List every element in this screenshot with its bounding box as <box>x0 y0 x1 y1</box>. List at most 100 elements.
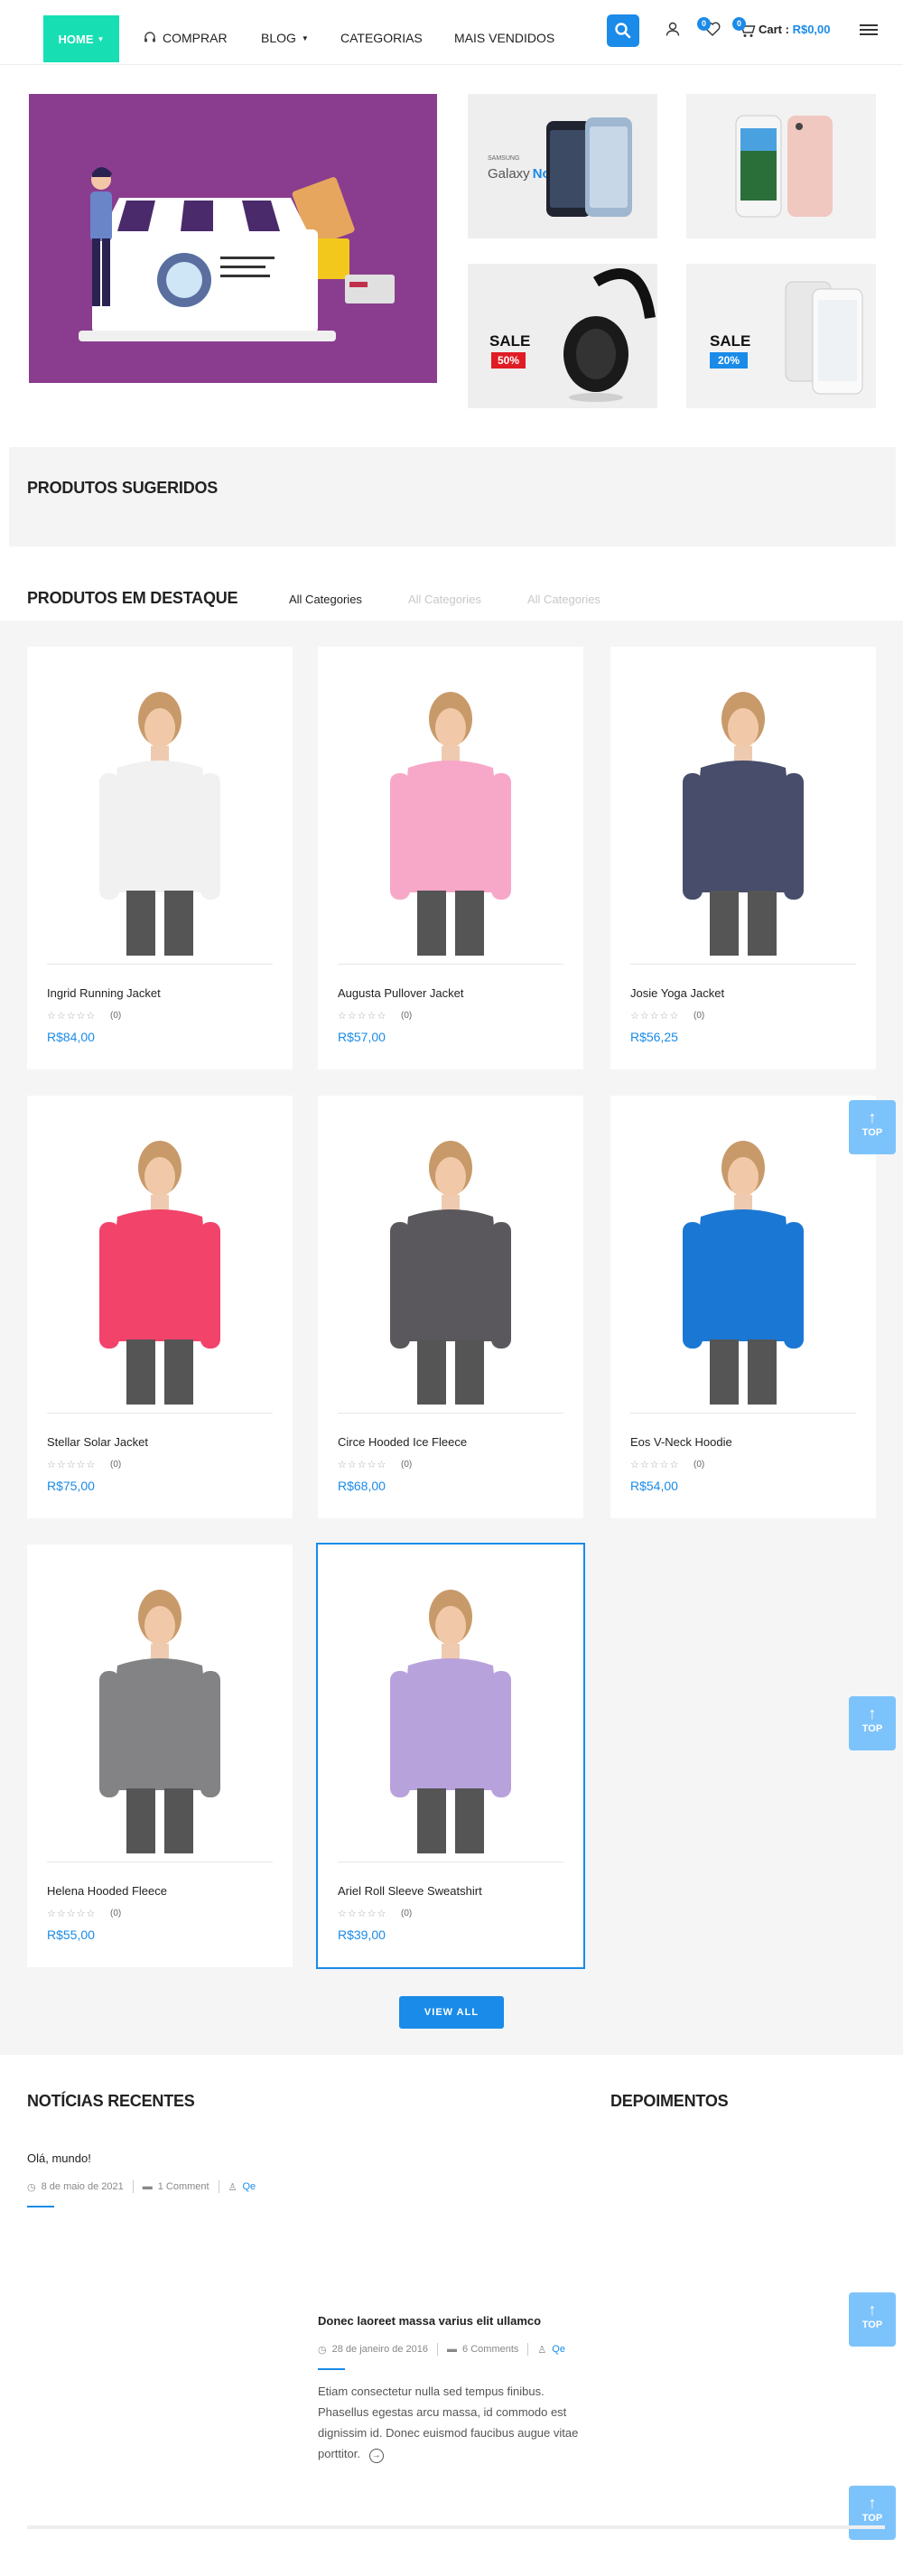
product-card[interactable]: Ariel Roll Sleeve Sweatshirt ☆☆☆☆☆ (0) R$39… <box>316 1543 585 1969</box>
product-name[interactable]: Josie Yoga Jacket <box>630 986 724 1000</box>
nav-comprar[interactable]: COMPRAR <box>143 31 228 45</box>
promo-banner-ecommerce[interactable] <box>29 94 437 383</box>
clock-icon: ◷ <box>318 2344 327 2356</box>
product-price: R$55,00 <box>47 1927 95 1942</box>
nav-categorias-label: CATEGORIAS <box>340 31 423 45</box>
author-icon: ♙ <box>537 2344 547 2356</box>
post-date: 28 de janeiro de 2016 <box>331 2344 429 2355</box>
sale-label: SALE <box>489 332 531 350</box>
scroll-top-button[interactable]: ↑ TOP <box>849 1696 896 1750</box>
product-name[interactable]: Ingrid Running Jacket <box>47 986 161 1000</box>
post-excerpt-text: Etiam consectetur nulla sed tempus finib… <box>318 2385 579 2460</box>
scroll-top-button[interactable]: ↑ TOP <box>849 1100 896 1154</box>
sale-percent-badge: 20% <box>710 352 748 369</box>
post-underline <box>27 2206 54 2207</box>
post-title[interactable]: Olá, mundo! <box>27 2151 91 2165</box>
rating-count: (0) <box>694 1011 705 1021</box>
rating-stars: ☆☆☆☆☆ <box>47 1011 97 1022</box>
model-image <box>338 1564 563 1853</box>
product-name[interactable]: Eos V-Neck Hoodie <box>630 1435 732 1449</box>
nav-home-label: HOME <box>58 32 94 46</box>
tab-all-categories-2[interactable]: All Categories <box>408 593 481 606</box>
model-image <box>630 667 856 956</box>
headphones-image <box>563 268 656 402</box>
rating-stars: ☆☆☆☆☆ <box>630 1011 680 1022</box>
product-image[interactable] <box>47 1564 273 1853</box>
model-image <box>47 1115 273 1405</box>
rating-stars: ☆☆☆☆☆ <box>630 1460 680 1470</box>
post-meta: ◷ 28 de janeiro de 2016 ▬ 6 Comments ♙ Q… <box>318 2343 565 2356</box>
product-image[interactable] <box>338 1564 563 1853</box>
post-author[interactable]: Qe <box>242 2181 256 2192</box>
nav-comprar-label: COMPRAR <box>163 31 228 45</box>
view-all-button[interactable]: VIEW ALL <box>399 1996 504 2029</box>
product-name[interactable]: Augusta Pullover Jacket <box>338 986 463 1000</box>
rating-count: (0) <box>110 1011 122 1021</box>
product-card[interactable]: Ingrid Running Jacket ☆☆☆☆☆ (0) R$84,00 <box>27 647 293 1069</box>
product-name[interactable]: Helena Hooded Fleece <box>47 1884 167 1898</box>
rating-count: (0) <box>401 1909 413 1918</box>
product-card[interactable]: Eos V-Neck Hoodie ☆☆☆☆☆ (0) R$54,00 <box>610 1096 876 1518</box>
ecommerce-illustration <box>79 167 395 341</box>
hamburger-menu-icon[interactable] <box>860 23 878 37</box>
top-label: TOP <box>861 1723 883 1734</box>
post-date: 8 de maio de 2021 <box>41 2181 124 2192</box>
tab-all-categories-1[interactable]: All Categories <box>289 593 362 606</box>
nav-mais-vendidos[interactable]: MAIS VENDIDOS <box>454 31 554 45</box>
product-name[interactable]: Stellar Solar Jacket <box>47 1435 148 1449</box>
product-price: R$68,00 <box>338 1479 386 1493</box>
product-image[interactable] <box>338 667 563 956</box>
nav-blog[interactable]: BLOG ▼ <box>261 31 309 45</box>
product-card[interactable]: Augusta Pullover Jacket ☆☆☆☆☆ (0) R$57,00 <box>318 647 583 1069</box>
wishlist-count-badge: 0 <box>697 17 711 31</box>
product-image[interactable] <box>630 667 856 956</box>
banner-galaxy-note7[interactable]: SAMSUNG Galaxy Note7 <box>468 94 657 238</box>
product-price: R$75,00 <box>47 1479 95 1493</box>
cart-summary[interactable]: Cart : R$0,00 <box>759 23 831 36</box>
nav-categorias[interactable]: CATEGORIAS <box>340 31 423 45</box>
read-more-arrow-icon[interactable]: → <box>368 2449 384 2463</box>
post-author[interactable]: Qe <box>552 2344 565 2355</box>
product-card[interactable]: Circe Hooded Ice Fleece ☆☆☆☆☆ (0) R$68,00 <box>318 1096 583 1518</box>
comment-icon: ▬ <box>142 2181 153 2192</box>
card-divider <box>630 1413 856 1414</box>
search-button[interactable] <box>607 14 639 47</box>
scroll-top-button[interactable]: ↑ TOP <box>849 2292 896 2347</box>
banner-headphones-sale[interactable]: SALE 50% <box>468 264 657 408</box>
nav-mais-vendidos-label: MAIS VENDIDOS <box>454 31 555 45</box>
product-card[interactable]: Stellar Solar Jacket ☆☆☆☆☆ (0) R$75,00 <box>27 1096 293 1518</box>
product-image[interactable] <box>630 1115 856 1405</box>
banner-pixel-sale[interactable]: SALE 20% <box>686 264 876 408</box>
sale-label: SALE <box>710 332 751 350</box>
product-price: R$54,00 <box>630 1479 678 1493</box>
banner-iphone[interactable] <box>686 94 876 238</box>
featured-products-title: PRODUTOS EM DESTAQUE <box>27 589 238 607</box>
product-card[interactable]: Josie Yoga Jacket ☆☆☆☆☆ (0) R$56,25 <box>610 647 876 1069</box>
scroll-top-button[interactable]: ↑ TOP <box>849 2486 896 2540</box>
user-icon[interactable] <box>665 21 681 37</box>
top-label: TOP <box>861 2513 883 2524</box>
product-card[interactable]: Helena Hooded Fleece ☆☆☆☆☆ (0) R$55,00 <box>27 1545 293 1967</box>
headset-icon <box>144 32 155 42</box>
cart-total: R$0,00 <box>792 23 831 36</box>
product-image[interactable] <box>338 1115 563 1405</box>
card-divider <box>338 964 563 965</box>
post-title[interactable]: Donec laoreet massa varius elit ullamco <box>318 2314 541 2328</box>
rating-count: (0) <box>401 1460 413 1470</box>
arrow-up-icon: ↑ <box>868 2494 877 2512</box>
cart-count-badge: 0 <box>732 17 746 31</box>
post-excerpt: Etiam consectetur nulla sed tempus finib… <box>318 2381 580 2464</box>
tab-all-categories-3[interactable]: All Categories <box>527 593 600 606</box>
product-price: R$57,00 <box>338 1030 386 1044</box>
product-image[interactable] <box>47 1115 273 1405</box>
arrow-up-icon: ↑ <box>868 1704 877 1722</box>
post-comments[interactable]: 1 Comment <box>158 2181 209 2192</box>
product-image[interactable] <box>47 667 273 956</box>
card-divider <box>630 964 856 965</box>
clock-icon: ◷ <box>27 2181 36 2193</box>
product-name[interactable]: Circe Hooded Ice Fleece <box>338 1435 467 1449</box>
card-divider <box>338 1413 563 1414</box>
product-name[interactable]: Ariel Roll Sleeve Sweatshirt <box>338 1884 482 1898</box>
post-comments[interactable]: 6 Comments <box>462 2344 518 2355</box>
nav-home[interactable]: HOME ▼ <box>43 15 119 62</box>
